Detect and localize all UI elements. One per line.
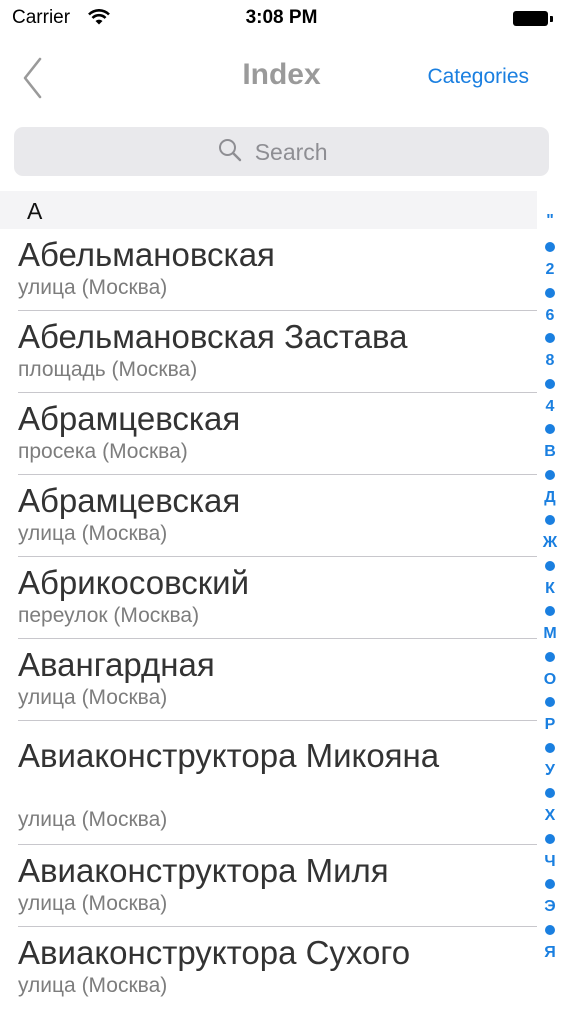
list-item-subtitle: улица (Москва) — [18, 808, 168, 831]
list-item[interactable]: Абрикосовский переулок (Москва) — [0, 557, 537, 639]
index-entry[interactable]: 6 — [537, 307, 563, 325]
index-dot[interactable] — [545, 788, 555, 798]
index-dot[interactable] — [545, 879, 555, 889]
index-dot[interactable] — [545, 424, 555, 434]
section-header: А — [0, 191, 537, 229]
index-entry[interactable]: 2 — [537, 261, 563, 279]
categories-button[interactable]: Categories — [427, 65, 529, 89]
index-entry[interactable]: Э — [537, 898, 563, 916]
index-dot[interactable] — [545, 515, 555, 525]
list-item-subtitle: улица (Москва) — [18, 276, 168, 299]
index-entry[interactable]: Ч — [537, 853, 563, 871]
list-item-subtitle: улица (Москва) — [18, 974, 168, 997]
index-entry[interactable]: В — [537, 443, 563, 461]
list-item-subtitle: просека (Москва) — [18, 440, 188, 463]
index-dot[interactable] — [545, 652, 555, 662]
index-dot[interactable] — [545, 470, 555, 480]
section-header-letter: А — [27, 198, 43, 224]
battery-icon — [513, 11, 553, 27]
list-item-subtitle: улица (Москва) — [18, 522, 168, 545]
list-item-title: Авиаконструктора Микояна — [18, 737, 440, 774]
index-entry[interactable]: К — [537, 580, 563, 598]
list-item[interactable]: Абрамцевская улица (Москва) — [0, 475, 537, 557]
index-dot[interactable] — [545, 606, 555, 616]
list-item-subtitle: улица (Москва) — [18, 686, 168, 709]
status-time: 3:08 PM — [245, 7, 318, 28]
search-input[interactable] — [254, 139, 345, 166]
list-item[interactable]: Авиаконструктора Микояна улица (Москва) — [0, 721, 537, 845]
index-dot[interactable] — [545, 834, 555, 844]
index-entry[interactable]: Д — [537, 489, 563, 507]
index-dot[interactable] — [545, 561, 555, 571]
search-bar[interactable] — [14, 127, 549, 176]
index-entry[interactable]: 4 — [537, 398, 563, 416]
index-dot[interactable] — [545, 333, 555, 343]
index-dot[interactable] — [545, 288, 555, 298]
street-list: Абельмановская улица (Москва) Абельманов… — [0, 229, 537, 1009]
index-entry[interactable]: Р — [537, 716, 563, 734]
index-entry[interactable]: Я — [537, 944, 563, 962]
status-bar: Carrier 3:08 PM — [0, 0, 563, 38]
list-item-title: Абрикосовский — [18, 564, 250, 601]
list-item-title: Абельмановская — [18, 236, 275, 273]
index-entry[interactable]: О — [537, 671, 563, 689]
index-dot[interactable] — [545, 925, 555, 935]
list-item[interactable]: Абельмановская Застава площадь (Москва) — [0, 311, 537, 393]
list-item[interactable]: Авангардная улица (Москва) — [0, 639, 537, 721]
index-dot[interactable] — [545, 242, 555, 252]
list-item-title: Абельмановская Застава — [18, 318, 408, 355]
list-item-subtitle: улица (Москва) — [18, 892, 168, 915]
search-icon — [218, 138, 242, 167]
list-item-title: Абрамцевская — [18, 482, 241, 519]
index-dot[interactable] — [545, 379, 555, 389]
list-item-subtitle: площадь (Москва) — [18, 358, 198, 381]
list-item-title: Авангардная — [18, 646, 215, 683]
list-item-subtitle: переулок (Москва) — [18, 604, 200, 627]
index-entry[interactable]: Ж — [537, 534, 563, 552]
list-item[interactable]: Авиаконструктора Миля улица (Москва) — [0, 845, 537, 927]
index-entry[interactable]: У — [537, 762, 563, 780]
list-item[interactable]: Абрамцевская просека (Москва) — [0, 393, 537, 475]
list-item[interactable]: Абельмановская улица (Москва) — [0, 229, 537, 311]
list-item-title: Авиаконструктора Миля — [18, 852, 389, 889]
index-dot[interactable] — [545, 697, 555, 707]
list-item-title: Авиаконструктора Сухого — [18, 934, 411, 971]
index-entry[interactable]: " — [537, 212, 563, 230]
navigation-bar: Index Categories — [0, 38, 563, 118]
index-entry[interactable]: М — [537, 625, 563, 643]
section-index[interactable]: " 2 6 8 4 В Д Ж К М О Р У Х Ч Э Я — [537, 212, 563, 972]
index-dot[interactable] — [545, 743, 555, 753]
list-item[interactable]: Авиаконструктора Сухого улица (Москва) — [0, 927, 537, 1009]
list-item-title: Абрамцевская — [18, 400, 241, 437]
index-entry[interactable]: Х — [537, 807, 563, 825]
index-entry[interactable]: 8 — [537, 352, 563, 370]
